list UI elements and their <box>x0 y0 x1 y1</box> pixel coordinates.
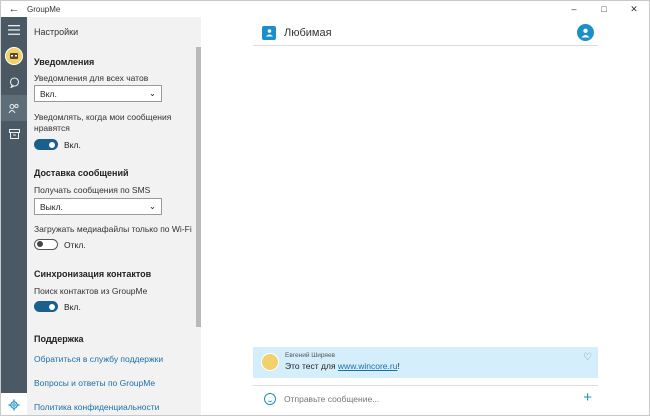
settings-panel: Настройки Уведомления Уведомления для вс… <box>27 17 201 415</box>
back-arrow-icon[interactable]: ← <box>1 1 27 17</box>
archive-icon[interactable] <box>1 121 27 147</box>
sms-select[interactable]: Выкл. ⌄ <box>34 198 162 215</box>
app-title: GroupMe <box>27 4 61 14</box>
sms-value: Выкл. <box>40 201 63 212</box>
hamburger-icon[interactable] <box>1 17 27 43</box>
likes-toggle-row: Вкл. <box>34 139 81 150</box>
all-chats-value: Вкл. <box>40 88 57 99</box>
maximize-button[interactable]: □ <box>589 1 619 17</box>
chat-pane: Любимая Евгений Ширяев Это тест для www.… <box>201 17 649 415</box>
heart-icon[interactable]: ♡ <box>583 352 592 363</box>
chevron-down-icon: ⌄ <box>148 88 156 98</box>
minimize-button[interactable]: – <box>559 1 589 17</box>
emoji-icon[interactable] <box>264 392 276 405</box>
message-item[interactable]: Евгений Ширяев Это тест для www.wincore.… <box>253 347 598 378</box>
delivery-heading: Доставка сообщений <box>34 168 129 178</box>
contact-search-toggle-row-visible: Вкл. <box>34 301 81 312</box>
wifi-label: Загружать медиафайлы только по Wi-Fi <box>34 224 192 234</box>
message-composer: + <box>253 385 598 411</box>
sync-heading: Синхронизация контактов <box>34 269 152 279</box>
title-bar: ← GroupMe – □ ✕ <box>1 1 649 17</box>
message-input[interactable] <box>284 393 564 404</box>
notifications-heading: Уведомления <box>34 57 95 67</box>
window-controls: – □ ✕ <box>559 1 649 17</box>
likes-label: Уведомлять, когда мои сообщения нравятся <box>34 112 172 133</box>
contact-search-label: Поиск контактов из GroupMe <box>34 286 148 296</box>
plus-icon[interactable]: + <box>583 390 592 405</box>
chat-title[interactable]: Любимая <box>284 27 332 39</box>
wifi-toggle-state: Откл. <box>64 239 86 250</box>
chat-header: Любимая <box>253 20 598 46</box>
all-chats-select[interactable]: Вкл. ⌄ <box>34 85 162 102</box>
wifi-toggle[interactable] <box>34 239 58 250</box>
contacts-icon[interactable] <box>1 95 27 121</box>
likes-toggle-state: Вкл. <box>64 139 81 150</box>
gear-icon[interactable] <box>1 393 27 415</box>
avatar <box>5 47 23 65</box>
chat-bubble-icon[interactable] <box>1 69 27 95</box>
message-link[interactable]: www.wincore.ru <box>338 361 398 371</box>
message-text: Это тест для www.wincore.ru! <box>285 361 400 371</box>
sms-label: Получать сообщения по SMS <box>34 185 151 195</box>
likes-toggle[interactable] <box>34 139 58 150</box>
privacy-policy-link[interactable]: Политика конфиденциальности <box>34 402 159 412</box>
app-window: ← GroupMe – □ ✕ Настройки Уведомления Ув… <box>0 0 650 416</box>
close-button[interactable]: ✕ <box>619 1 649 17</box>
avatar[interactable] <box>577 24 594 41</box>
avatar[interactable] <box>261 353 279 371</box>
contact-search-toggle[interactable] <box>34 301 58 312</box>
faq-link[interactable]: Вопросы и ответы по GroupMe <box>34 378 155 388</box>
support-heading: Поддержка <box>34 334 84 344</box>
settings-title: Настройки <box>34 27 79 37</box>
message-author: Евгений Ширяев <box>285 352 336 359</box>
left-rail <box>1 17 27 415</box>
contact-support-link[interactable]: Обратиться в службу поддержки <box>34 354 163 364</box>
wifi-toggle-row: Откл. <box>34 239 86 250</box>
contact-search-state: Вкл. <box>64 301 81 312</box>
group-icon <box>262 25 276 40</box>
message-body: Евгений Ширяев Это тест для www.wincore.… <box>285 347 400 371</box>
all-chats-label: Уведомления для всех чатов <box>34 73 149 83</box>
chevron-down-icon: ⌄ <box>148 201 156 211</box>
profile-avatar[interactable] <box>1 43 27 69</box>
